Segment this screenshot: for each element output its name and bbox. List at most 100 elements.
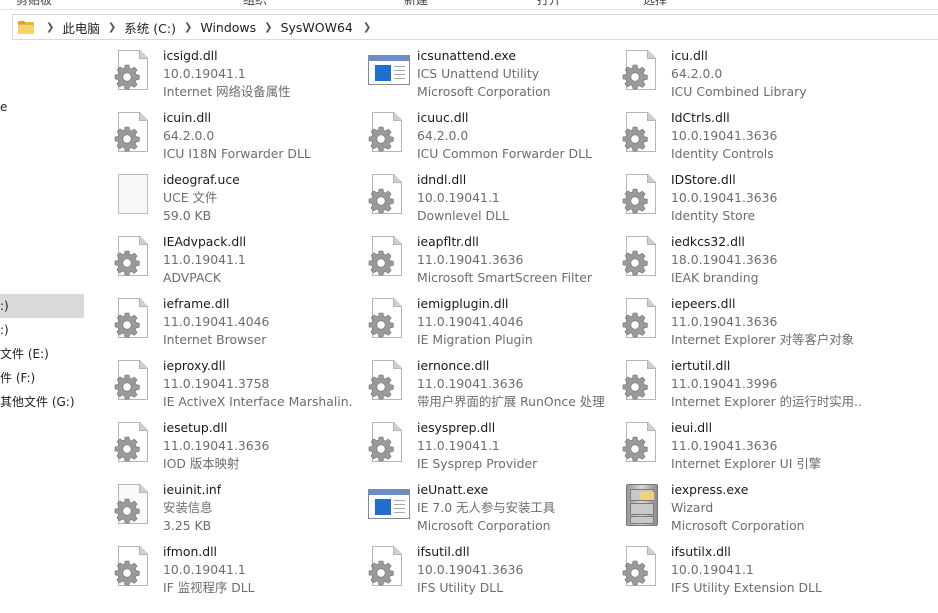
- file-item[interactable]: ifsutilx.dll 10.0.19041.1 IFS Utility Exte…: [608, 540, 862, 600]
- chevron-right-icon[interactable]: ❯: [46, 22, 54, 33]
- file-item-text: icu.dll 64.2.0.0 ICU Combined Library: [671, 47, 861, 101]
- file-detail-line2: Microsoft Corporation: [417, 84, 551, 99]
- file-detail-line1: 10.0.19041.3636: [417, 562, 524, 577]
- file-item-text: iesetup.dll 11.0.19041.3636 IOD 版本映射: [163, 419, 353, 473]
- file-item-text: idndl.dll 10.0.19041.1 Downlevel DLL: [417, 171, 607, 225]
- file-item-text: iesysprep.dll 11.0.19041.1 IE Sysprep Prov…: [417, 419, 607, 473]
- file-item[interactable]: ieframe.dll 11.0.19041.4046 Internet Brows…: [100, 292, 354, 352]
- file-name: icsigd.dll: [163, 48, 218, 63]
- file-item-text: iepeers.dll 11.0.19041.3636 Internet Explo…: [671, 295, 861, 349]
- file-item-text: iernonce.dll 11.0.19041.3636 带用户界面的扩展 RunO…: [417, 357, 607, 411]
- inf-gear-icon: [114, 484, 154, 528]
- file-detail-line1: 64.2.0.0: [671, 66, 723, 81]
- nav-item-drive-selected[interactable]: :): [0, 294, 84, 318]
- file-item-text: IEAdvpack.dll 11.0.19041.1 ADVPACK: [163, 233, 353, 287]
- file-name: icsunattend.exe: [417, 48, 516, 63]
- nav-item-drive-g[interactable]: 其他文件 (G:): [0, 390, 84, 414]
- address-input[interactable]: ❯ 此电脑 ❯ 系统 (C:) ❯ Windows ❯ SysWOW64 ❯: [12, 14, 938, 40]
- file-item[interactable]: iepeers.dll 11.0.19041.3636 Internet Explo…: [608, 292, 862, 352]
- file-item[interactable]: idndl.dll 10.0.19041.1 Downlevel DLL: [354, 168, 608, 228]
- file-item[interactable]: icuuc.dll 64.2.0.0 ICU Common Forwarder DL…: [354, 106, 608, 166]
- file-name: iemigplugin.dll: [417, 296, 509, 311]
- dll-gear-icon: [114, 50, 154, 94]
- file-name: icuuc.dll: [417, 110, 469, 125]
- file-item[interactable]: IEAdvpack.dll 11.0.19041.1 ADVPACK: [100, 230, 354, 290]
- file-detail-line2: 带用户界面的扩展 RunOnce 处理: [417, 394, 605, 409]
- file-item[interactable]: ieUnatt.exe IE 7.0 无人参与安装工具 Microsoft Corp…: [354, 478, 608, 538]
- file-name: iedkcs32.dll: [671, 234, 745, 249]
- file-detail-line1: 11.0.19041.3636: [417, 376, 524, 391]
- dll-gear-icon: [368, 422, 408, 466]
- file-item-text: icsigd.dll 10.0.19041.1 Internet 网络设备属性: [163, 47, 353, 101]
- file-detail-line2: ICU Common Forwarder DLL: [417, 146, 592, 161]
- file-item[interactable]: IDStore.dll 10.0.19041.3636 Identity Store: [608, 168, 862, 228]
- dll-gear-icon: [114, 298, 154, 342]
- dll-gear-icon: [622, 360, 662, 404]
- file-detail-line2: IOD 版本映射: [163, 456, 240, 471]
- file-name: ieUnatt.exe: [417, 482, 489, 497]
- file-item[interactable]: ifmon.dll 10.0.19041.1 IF 监视程序 DLL: [100, 540, 354, 600]
- file-item[interactable]: iexpress.exe Wizard Microsoft Corporation: [608, 478, 862, 538]
- file-detail-line1: 11.0.19041.3636: [417, 252, 524, 267]
- chevron-right-icon[interactable]: ❯: [108, 22, 116, 33]
- file-item[interactable]: iemigplugin.dll 11.0.19041.4046 IE Migrati…: [354, 292, 608, 352]
- nav-item-drive-d[interactable]: :): [0, 318, 84, 342]
- file-item[interactable]: iernonce.dll 11.0.19041.3636 带用户界面的扩展 RunO…: [354, 354, 608, 414]
- file-item[interactable]: icuin.dll 64.2.0.0 ICU I18N Forwarder DLL: [100, 106, 354, 166]
- file-detail-line2: IFS Utility Extension DLL: [671, 580, 822, 595]
- file-item[interactable]: ieui.dll 11.0.19041.3636 Internet Explorer…: [608, 416, 862, 476]
- dll-gear-icon: [622, 422, 662, 466]
- address-bar: ❯ 此电脑 ❯ 系统 (C:) ❯ Windows ❯ SysWOW64 ❯: [0, 12, 938, 42]
- file-detail-line1: 10.0.19041.1: [163, 66, 246, 81]
- dll-gear-icon: [368, 546, 408, 590]
- file-detail-line2: ICU I18N Forwarder DLL: [163, 146, 311, 161]
- blank-file-icon: [114, 174, 154, 218]
- file-item[interactable]: icu.dll 64.2.0.0 ICU Combined Library: [608, 44, 862, 104]
- file-item[interactable]: IdCtrls.dll 10.0.19041.3636 Identity Contr…: [608, 106, 862, 166]
- file-item-text: icuuc.dll 64.2.0.0 ICU Common Forwarder DL…: [417, 109, 607, 163]
- file-item[interactable]: iesysprep.dll 11.0.19041.1 IE Sysprep Prov…: [354, 416, 608, 476]
- nav-item-drive-f[interactable]: 件 (F:): [0, 366, 84, 390]
- file-detail-line2: Identity Controls: [671, 146, 774, 161]
- file-name: IdCtrls.dll: [671, 110, 730, 125]
- file-name: idndl.dll: [417, 172, 467, 187]
- ribbon-label-new: 新建: [404, 0, 429, 7]
- file-detail-line2: Internet Explorer UI 引擎: [671, 456, 822, 471]
- file-detail-line2: 3.25 KB: [163, 518, 212, 533]
- file-item-text: ifsutil.dll 10.0.19041.3636 IFS Utility DL…: [417, 543, 607, 597]
- file-detail-line1: 11.0.19041.3996: [671, 376, 778, 391]
- file-item[interactable]: ifsutil.dll 10.0.19041.3636 IFS Utility DL…: [354, 540, 608, 600]
- chevron-right-icon[interactable]: ❯: [363, 22, 371, 33]
- nav-item-truncated[interactable]: e: [0, 95, 84, 119]
- file-item[interactable]: icsigd.dll 10.0.19041.1 Internet 网络设备属性: [100, 44, 354, 104]
- file-item[interactable]: iesetup.dll 11.0.19041.3636 IOD 版本映射: [100, 416, 354, 476]
- breadcrumb-windows[interactable]: Windows: [200, 20, 256, 35]
- file-item[interactable]: ieapfltr.dll 11.0.19041.3636 Microsoft Sma…: [354, 230, 608, 290]
- file-item[interactable]: ieuinit.inf 安装信息 3.25 KB: [100, 478, 354, 538]
- file-detail-line2: IE Migration Plugin: [417, 332, 533, 347]
- file-item-text: ideograf.uce UCE 文件 59.0 KB: [163, 171, 353, 225]
- chevron-right-icon[interactable]: ❯: [264, 22, 272, 33]
- dll-gear-icon: [368, 298, 408, 342]
- file-detail-line1: 11.0.19041.3636: [163, 438, 270, 453]
- file-detail-line1: UCE 文件: [163, 190, 218, 205]
- file-detail-line1: 11.0.19041.1: [163, 252, 246, 267]
- file-item[interactable]: icsunattend.exe ICS Unattend Utility Micro…: [354, 44, 608, 104]
- breadcrumb-system-c[interactable]: 系统 (C:): [124, 18, 176, 37]
- file-name: ifsutil.dll: [417, 544, 470, 559]
- file-name: iesetup.dll: [163, 420, 228, 435]
- file-detail-line2: Internet Explorer 的运行时实用...: [671, 394, 861, 409]
- breadcrumb-syswow64[interactable]: SysWOW64: [281, 20, 353, 35]
- file-item[interactable]: iertutil.dll 11.0.19041.3996 Internet Expl…: [608, 354, 862, 414]
- dll-gear-icon: [368, 112, 408, 156]
- breadcrumb-this-pc[interactable]: 此电脑: [62, 18, 100, 37]
- file-item-text: IDStore.dll 10.0.19041.3636 Identity Store: [671, 171, 861, 225]
- file-item[interactable]: ieproxy.dll 11.0.19041.3758 IE ActiveX Int…: [100, 354, 354, 414]
- chevron-right-icon[interactable]: ❯: [184, 22, 192, 33]
- nav-item-drive-e[interactable]: 文件 (E:): [0, 342, 84, 366]
- dll-gear-icon: [368, 360, 408, 404]
- file-item[interactable]: ideograf.uce UCE 文件 59.0 KB: [100, 168, 354, 228]
- file-item[interactable]: iedkcs32.dll 18.0.19041.3636 IEAK branding: [608, 230, 862, 290]
- dll-gear-icon: [114, 546, 154, 590]
- file-item-text: ieui.dll 11.0.19041.3636 Internet Explorer…: [671, 419, 861, 473]
